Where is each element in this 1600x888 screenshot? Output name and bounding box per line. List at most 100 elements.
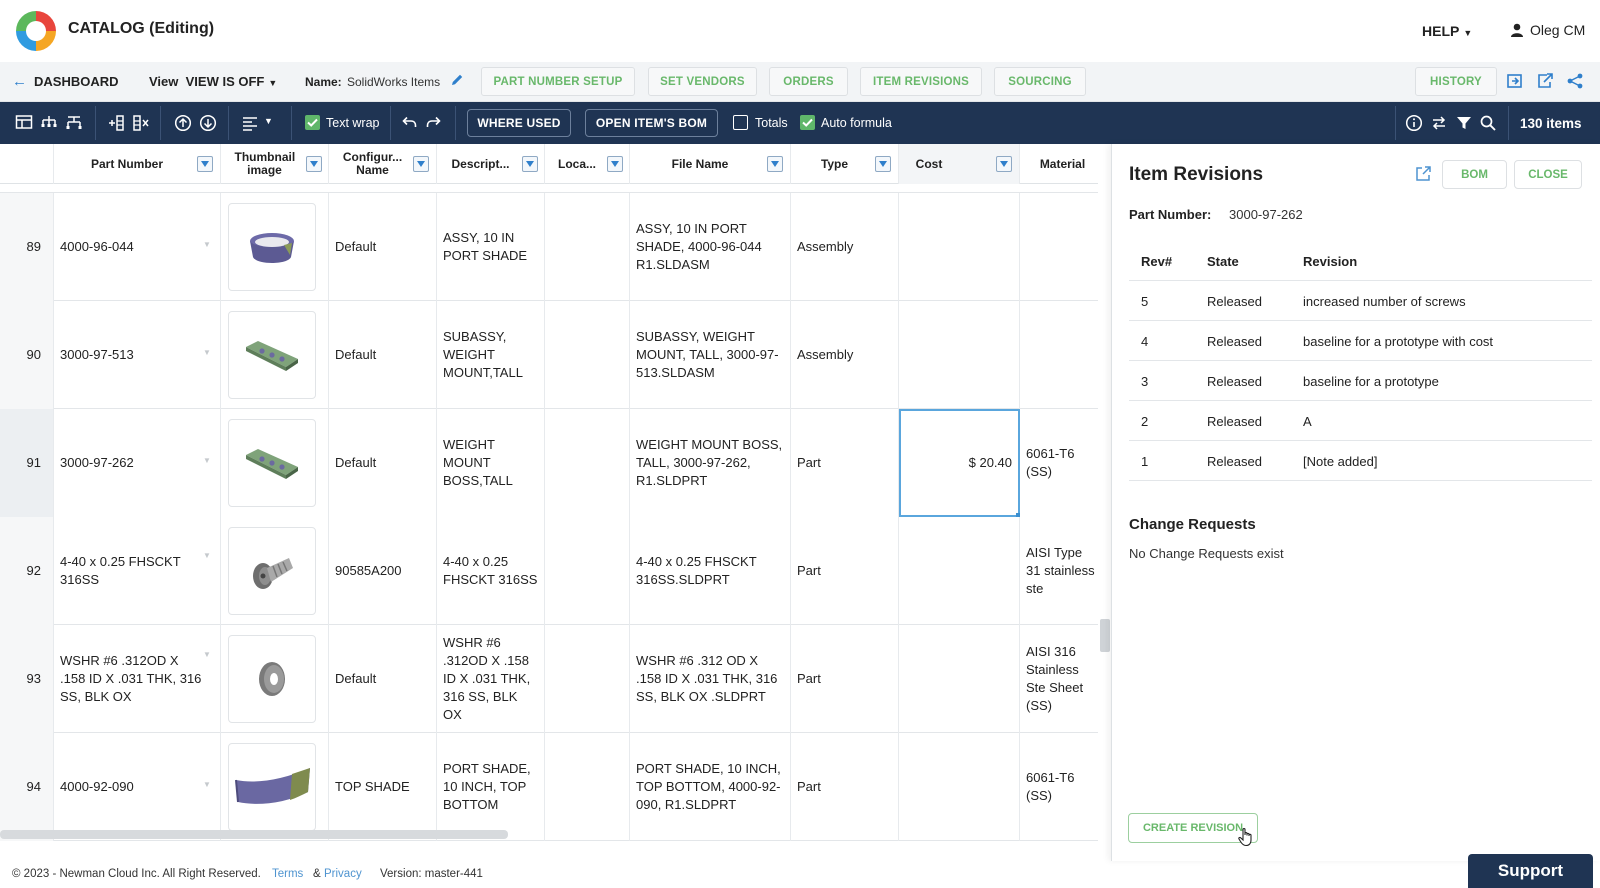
back-arrow-icon[interactable]: ←: [12, 73, 27, 90]
cost-cell[interactable]: [899, 301, 1020, 409]
location-cell[interactable]: [545, 733, 630, 841]
filter-icon[interactable]: [1455, 114, 1473, 132]
vertical-scrollbar[interactable]: [1100, 619, 1110, 652]
import-icon[interactable]: [1506, 72, 1524, 90]
column-header-description[interactable]: Descript...: [437, 144, 545, 184]
thumbnail-image[interactable]: [228, 311, 316, 399]
type-cell[interactable]: Part: [791, 517, 899, 625]
export-icon[interactable]: [1536, 72, 1554, 90]
column-header-file-name[interactable]: File Name: [630, 144, 791, 184]
file-name-cell[interactable]: SUBASSY, WEIGHT MOUNT, TALL, 3000-97-513…: [630, 301, 791, 409]
location-cell[interactable]: [545, 193, 630, 301]
location-cell[interactable]: [545, 517, 630, 625]
table-row[interactable]: 90 3000-97-513 ▼ Default SUBASSY, WEIGHT…: [0, 301, 1098, 409]
column-filter-icon[interactable]: [306, 156, 322, 172]
share-icon[interactable]: [1566, 72, 1584, 90]
move-up-icon[interactable]: [174, 114, 192, 132]
thumbnail-image[interactable]: [228, 527, 316, 615]
column-filter-icon[interactable]: [522, 156, 538, 172]
description-cell[interactable]: 4-40 x 0.25 FHSCKT 316SS: [437, 517, 545, 625]
configuration-cell[interactable]: Default: [329, 301, 437, 409]
orders-button[interactable]: ORDERS: [769, 67, 848, 96]
file-name-cell[interactable]: ASSY, 10 IN PORT SHADE, 4000-96-044 R1.S…: [630, 193, 791, 301]
configuration-cell[interactable]: TOP SHADE: [329, 733, 437, 841]
privacy-link[interactable]: Privacy: [324, 868, 362, 880]
column-header-cost[interactable]: Cost: [899, 144, 1020, 184]
column-header-part-number[interactable]: Part Number: [54, 144, 221, 184]
redo-icon[interactable]: [425, 114, 443, 132]
table-row[interactable]: 93 WSHR #6 .312OD X .158 ID X .031 THK, …: [0, 625, 1098, 733]
column-header-material[interactable]: Material: [1020, 144, 1098, 184]
configuration-cell[interactable]: Default: [329, 193, 437, 301]
column-filter-icon[interactable]: [875, 156, 891, 172]
revision-row[interactable]: 4 Released baseline for a prototype with…: [1129, 321, 1592, 361]
file-name-cell[interactable]: WSHR #6 .312 OD X .158 ID X .031 THK, 31…: [630, 625, 791, 733]
type-cell[interactable]: Assembly: [791, 193, 899, 301]
horizontal-scrollbar[interactable]: [0, 830, 508, 839]
description-cell[interactable]: ASSY, 10 IN PORT SHADE: [437, 193, 545, 301]
cost-cell[interactable]: [899, 517, 1020, 625]
part-number-cell[interactable]: 3000-97-513: [54, 301, 221, 409]
support-button[interactable]: Support: [1468, 854, 1593, 888]
description-cell[interactable]: PORT SHADE, 10 INCH, TOP BOTTOM: [437, 733, 545, 841]
location-cell[interactable]: [545, 625, 630, 733]
description-cell[interactable]: WSHR #6 .312OD X .158 ID X .031 THK, 316…: [437, 625, 545, 733]
configuration-cell[interactable]: Default: [329, 409, 437, 517]
part-number-cell[interactable]: 4000-96-044: [54, 193, 221, 301]
cost-cell-active[interactable]: $ 20.40: [899, 409, 1020, 517]
where-used-button[interactable]: WHERE USED: [467, 109, 571, 137]
caret-down-icon[interactable]: ▼: [203, 650, 211, 659]
column-filter-icon[interactable]: [767, 156, 783, 172]
close-button[interactable]: CLOSE: [1514, 160, 1582, 189]
caret-down-icon[interactable]: ▼: [203, 551, 211, 560]
revision-row[interactable]: 2 Released A: [1129, 401, 1592, 441]
file-name-cell[interactable]: WEIGHT MOUNT BOSS, TALL, 3000-97-262, R1…: [630, 409, 791, 517]
column-filter-icon[interactable]: [413, 156, 429, 172]
part-number-cell[interactable]: WSHR #6 .312OD X .158 ID X .031 THK, 316…: [54, 625, 221, 733]
set-vendors-button[interactable]: SET VENDORS: [648, 67, 757, 96]
sourcing-button[interactable]: SOURCING: [994, 67, 1086, 96]
material-cell[interactable]: AISI Type 31 stainless ste: [1020, 517, 1098, 625]
column-filter-icon[interactable]: [607, 156, 623, 172]
type-cell[interactable]: Assembly: [791, 301, 899, 409]
location-cell[interactable]: [545, 301, 630, 409]
part-number-setup-button[interactable]: PART NUMBER SETUP: [481, 67, 635, 96]
caret-down-icon[interactable]: ▼: [203, 348, 211, 357]
column-header-location[interactable]: Loca...: [545, 144, 630, 184]
view-selector[interactable]: View VIEW IS OFF ▼: [149, 74, 277, 89]
thumbnail-image[interactable]: [228, 635, 316, 723]
table-row-selected[interactable]: 91 3000-97-262 ▼ Default WEIGHT MOUNT BO…: [0, 409, 1098, 519]
add-table-icon[interactable]: [15, 114, 33, 132]
column-filter-icon[interactable]: [197, 156, 213, 172]
type-cell[interactable]: Part: [791, 733, 899, 841]
material-cell[interactable]: [1020, 301, 1098, 409]
help-menu[interactable]: HELP ▼: [1422, 23, 1472, 39]
terms-link[interactable]: Terms: [272, 868, 303, 880]
thumbnail-image[interactable]: [228, 419, 316, 507]
column-filter-icon[interactable]: [996, 156, 1012, 172]
align-left-icon[interactable]: [241, 114, 259, 132]
table-row[interactable]: 92 4-40 x 0.25 FHSCKT 316SS ▼ 90585A200 …: [0, 517, 1098, 625]
cost-cell[interactable]: [899, 733, 1020, 841]
swap-icon[interactable]: [1430, 114, 1448, 132]
description-cell[interactable]: SUBASSY, WEIGHT MOUNT,TALL: [437, 301, 545, 409]
thumbnail-image[interactable]: [228, 743, 316, 831]
auto-formula-checkbox[interactable]: [800, 115, 815, 130]
info-icon[interactable]: [1405, 114, 1423, 132]
material-cell[interactable]: [1020, 193, 1098, 301]
type-cell[interactable]: Part: [791, 625, 899, 733]
caret-down-icon[interactable]: ▼: [203, 456, 211, 465]
text-wrap-checkbox[interactable]: [305, 115, 320, 130]
material-cell[interactable]: 6061-T6 (SS): [1020, 409, 1098, 517]
tree-add-icon[interactable]: [40, 114, 58, 132]
table-row[interactable]: 94 4000-92-090 ▼ TOP SHADE PORT SHADE, 1…: [0, 733, 1098, 841]
history-button[interactable]: HISTORY: [1415, 67, 1497, 96]
revision-row[interactable]: 3 Released baseline for a prototype: [1129, 361, 1592, 401]
file-name-cell[interactable]: 4-40 x 0.25 FHSCKT 316SS.SLDPRT: [630, 517, 791, 625]
type-cell[interactable]: Part: [791, 409, 899, 517]
column-header-type[interactable]: Type: [791, 144, 899, 184]
configuration-cell[interactable]: Default: [329, 625, 437, 733]
open-bom-button[interactable]: OPEN ITEM'S BOM: [585, 109, 718, 137]
location-cell[interactable]: [545, 409, 630, 517]
cost-cell[interactable]: [899, 193, 1020, 301]
